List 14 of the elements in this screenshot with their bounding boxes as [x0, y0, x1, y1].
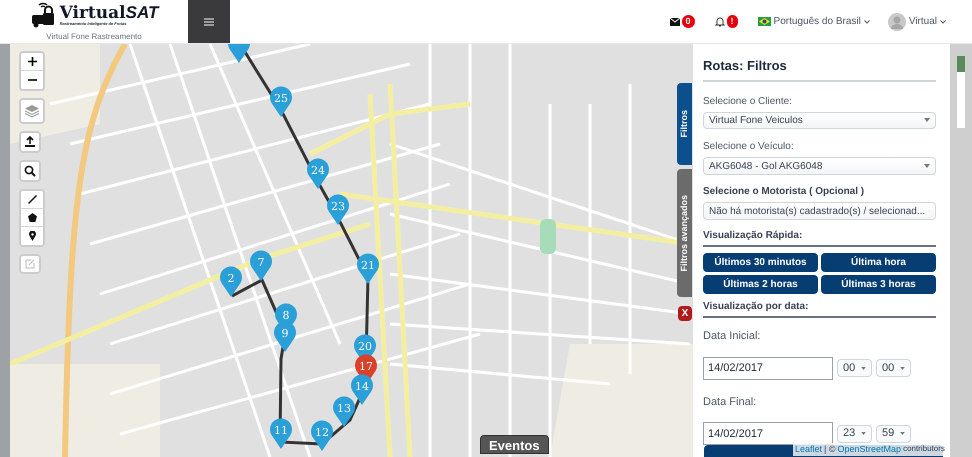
section-heading: Visualização Rápida:	[703, 228, 936, 248]
panel-title: Rotas: Filtros	[703, 56, 936, 82]
app-subtitle: Virtual Fone Rastreamento	[46, 30, 142, 42]
attribution-text: contributors	[903, 442, 945, 454]
field-label: Data Final:	[703, 394, 758, 410]
field-label: Selecione o Motorista ( Opcional )	[703, 185, 866, 200]
alert-badge: !	[726, 15, 738, 28]
message-count-badge: 0	[682, 15, 695, 28]
field-label: Selecione o Cliente:	[703, 94, 793, 108]
section-heading: Visualização por data:	[703, 299, 936, 318]
attribution-separator: | ©	[824, 442, 836, 456]
field-label: Selecione o Veículo:	[703, 140, 795, 154]
logo-wordmark: VirtualSAT	[60, 4, 158, 22]
field-label: Data Inicial:	[703, 329, 762, 344]
